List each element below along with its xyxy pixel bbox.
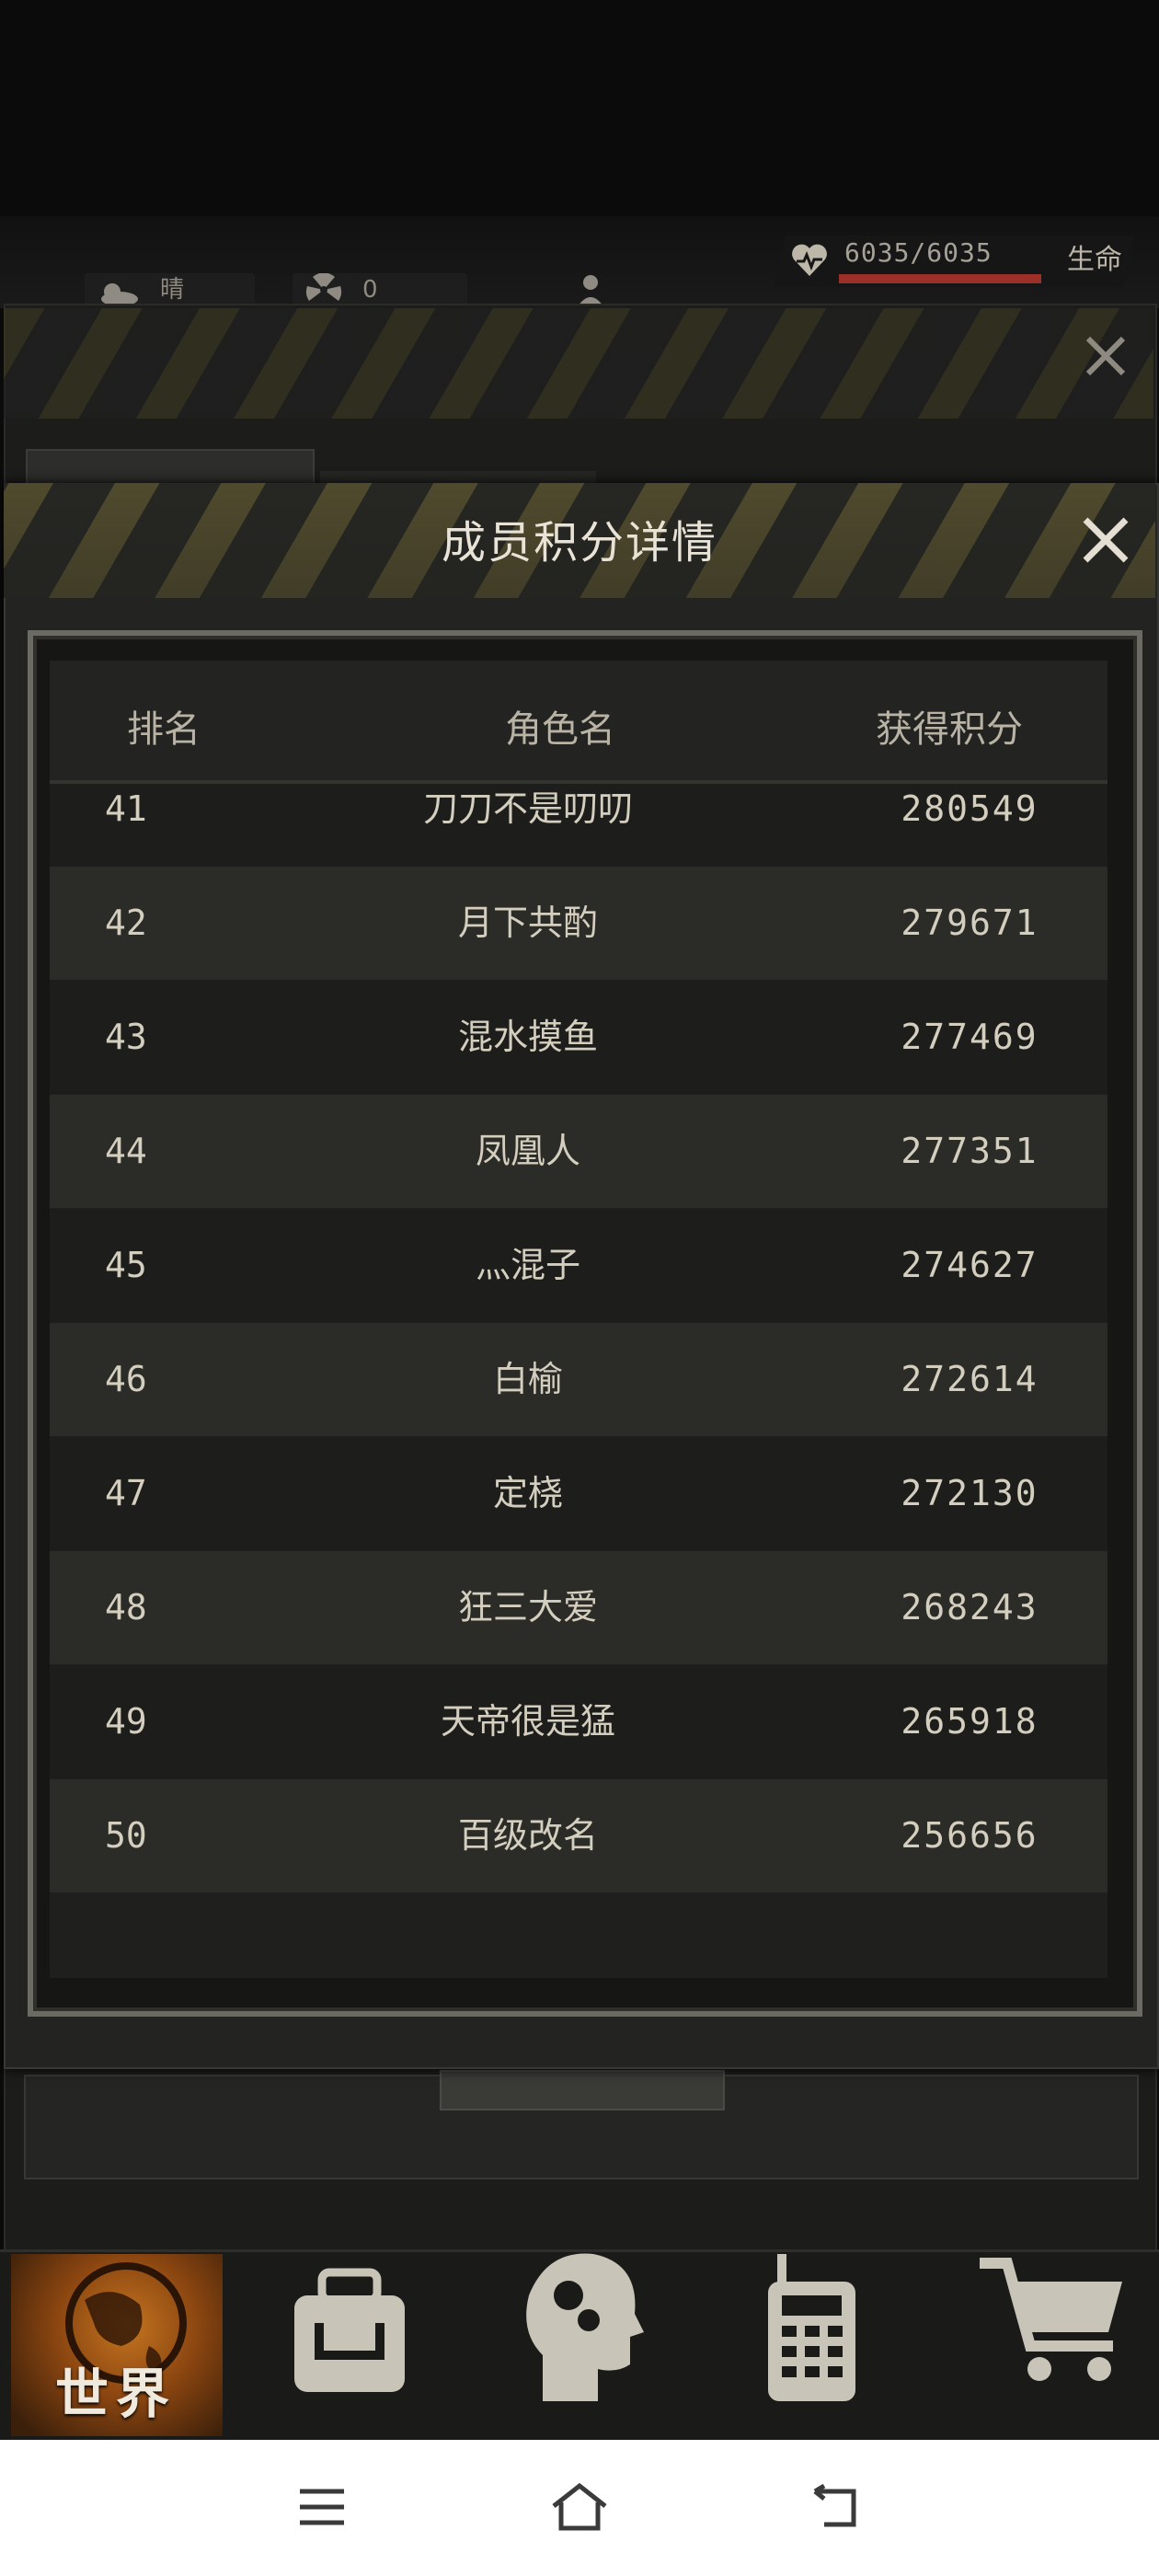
score-cell: 272614 [901, 1359, 1039, 1399]
background-close-icon[interactable] [1081, 331, 1130, 381]
name-cell: 狂三大爱 [457, 1587, 598, 1627]
score-cell: 272130 [901, 1473, 1039, 1513]
radiation-value: 0 [362, 276, 378, 304]
table-row: 49 天帝很是猛 265918 [50, 1665, 1107, 1778]
score-cell: 268243 [901, 1587, 1039, 1627]
header-rank: 排名 [127, 708, 201, 751]
name-cell: 白榆 [492, 1359, 563, 1399]
nav-world-label: 世界 [55, 2363, 178, 2425]
table-header: 排名 角色名 获得积分 [50, 661, 1107, 784]
header-score: 获得积分 [876, 708, 1023, 751]
name-cell: 百级改名 [457, 1815, 598, 1856]
rank-cell: 48 [105, 1587, 147, 1627]
heart-pulse-icon [792, 244, 827, 276]
radio-icon[interactable] [754, 2245, 874, 2406]
back-icon[interactable] [809, 2484, 865, 2532]
hp-value: 6035/6035 [844, 237, 993, 268]
table-row: 42 月下共酌 279671 [50, 867, 1107, 980]
table-row: 48 狂三大爱 268243 [50, 1551, 1107, 1664]
name-cell: 灬混子 [475, 1245, 580, 1285]
rank-cell: 49 [105, 1701, 147, 1742]
name-cell: 定桡 [492, 1473, 563, 1513]
score-cell: 274627 [901, 1245, 1039, 1285]
rank-cell: 46 [105, 1359, 147, 1399]
table-row: 45 灬混子 274627 [50, 1209, 1107, 1322]
name-cell: 混水摸鱼 [457, 1017, 598, 1057]
rank-cell: 44 [105, 1131, 147, 1171]
score-cell: 277469 [901, 1017, 1039, 1057]
menu-icon[interactable] [296, 2484, 348, 2530]
table-row: 47 定桡 272130 [50, 1437, 1107, 1550]
rank-cell: 50 [105, 1815, 147, 1856]
name-cell: 凤凰人 [475, 1131, 580, 1171]
home-icon[interactable] [548, 2480, 611, 2534]
score-cell: 277351 [901, 1131, 1039, 1171]
background-panel-header [4, 308, 1153, 419]
header-name: 角色名 [505, 708, 615, 751]
radiation-icon [305, 273, 342, 301]
name-cell: 月下共酌 [457, 903, 598, 943]
player-chip [552, 273, 681, 306]
cloud-sun-icon [101, 283, 138, 306]
rank-cell: 45 [105, 1245, 147, 1285]
person-icon [578, 275, 603, 306]
dialog-title: 成员积分详情 [441, 517, 717, 569]
skills-head-icon[interactable] [515, 2245, 653, 2406]
hp-bar [839, 274, 1041, 283]
close-icon[interactable] [1076, 511, 1135, 569]
background-button [440, 2070, 725, 2110]
table-row: 43 混水摸鱼 277469 [50, 981, 1107, 1094]
rank-cell: 47 [105, 1473, 147, 1513]
radiation-chip: 0 [293, 273, 467, 306]
name-cell: 天帝很是猛 [440, 1701, 615, 1742]
table-row: 44 凤凰人 277351 [50, 1095, 1107, 1208]
shop-cart-icon[interactable] [975, 2245, 1131, 2392]
table-row: 46 白榆 272614 [50, 1323, 1107, 1436]
score-cell: 279671 [901, 903, 1039, 943]
rank-cell: 43 [105, 1017, 147, 1057]
score-cell: 265918 [901, 1701, 1039, 1742]
hp-label: 生命 [1067, 244, 1122, 276]
score-cell: 256656 [901, 1815, 1039, 1856]
weather-text: 晴 [160, 276, 185, 304]
score-table[interactable]: 40皮皮香菜蛋28044641刀刀不是叨叨28054942月下共酌2796714… [50, 661, 1107, 1978]
table-row: 50 百级改名 256656 [50, 1779, 1107, 1892]
weather-chip: 晴 [85, 273, 255, 306]
rank-cell: 42 [105, 903, 147, 943]
backpack-icon[interactable] [276, 2245, 423, 2401]
